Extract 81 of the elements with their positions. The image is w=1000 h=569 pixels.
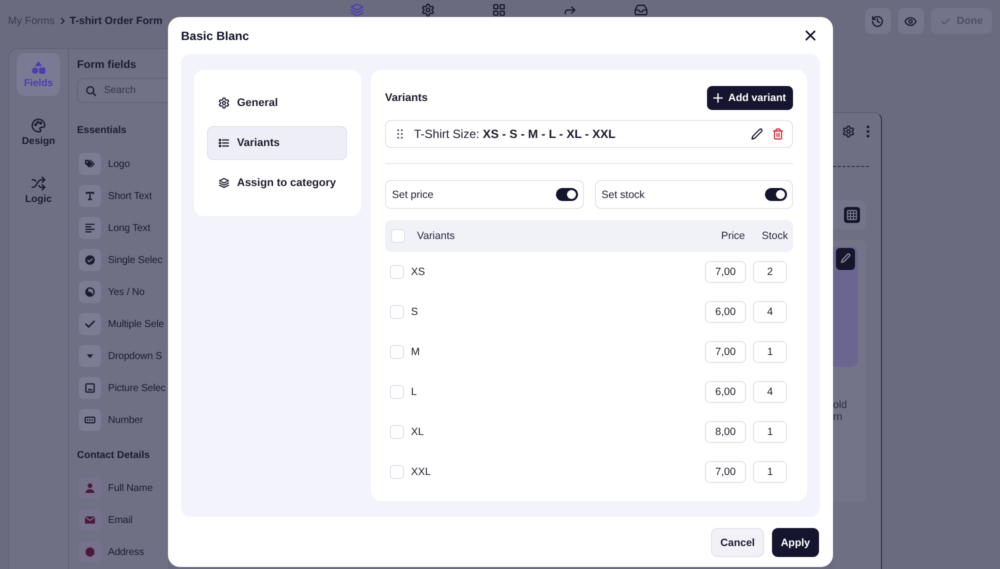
toggle-switch[interactable] [765, 188, 787, 201]
inbox-icon[interactable] [634, 3, 648, 17]
column-header: Price [720, 230, 746, 242]
checkbox[interactable] [391, 229, 405, 243]
toggle-label: Set price [392, 188, 434, 200]
variant-name: XL [411, 426, 425, 438]
plus-icon [713, 93, 724, 103]
dialog-title: Basic Blanc [181, 28, 250, 42]
gear-icon[interactable] [842, 125, 855, 138]
trash-icon[interactable] [772, 128, 784, 140]
check-icon [79, 313, 101, 335]
apply-button[interactable]: Apply [772, 528, 819, 557]
group-heading: Contact Details [77, 450, 151, 462]
checkbox[interactable] [390, 425, 404, 439]
price-field[interactable]: 8,00 [705, 421, 746, 443]
tag-icon [79, 153, 101, 175]
gear-icon[interactable] [421, 3, 435, 17]
column-header: Variants [417, 230, 456, 242]
section-title: Variants [385, 92, 428, 104]
variant-group-row[interactable]: T-Shirt Size: XS - S - M - L - XL - XXL [385, 120, 793, 148]
toggle-switch[interactable] [556, 188, 578, 201]
price-field[interactable]: 7,00 [705, 461, 746, 483]
checkbox[interactable] [390, 345, 404, 359]
stock-field[interactable]: 1 [753, 341, 787, 363]
person-icon [79, 477, 101, 499]
price-field[interactable]: 6,00 [705, 301, 746, 323]
history-button[interactable] [864, 8, 891, 34]
cancel-button[interactable]: Cancel [711, 528, 764, 557]
add-variant-button[interactable]: Add variant [707, 86, 793, 110]
toggle-label: Set stock [602, 188, 645, 200]
caret-icon [79, 345, 101, 367]
search-field[interactable]: Search [77, 78, 168, 103]
variant-name: L [411, 386, 418, 398]
checkbox[interactable] [390, 305, 404, 319]
checkbox[interactable] [390, 465, 404, 479]
more-icon[interactable] [866, 125, 870, 138]
pencil-icon[interactable] [751, 128, 763, 140]
number-icon [79, 409, 101, 431]
variant-name: S [411, 306, 420, 318]
envelope-icon [79, 509, 101, 531]
palette-icon [31, 118, 46, 133]
variant-name: XXL [411, 466, 432, 478]
nav-item[interactable]: General [207, 86, 347, 120]
nav-item[interactable]: Assign to category [207, 166, 347, 200]
lines-icon [79, 217, 101, 239]
shapes-icon [31, 60, 46, 75]
price-field[interactable]: 7,00 [705, 261, 746, 283]
variant-name: XS [411, 266, 426, 278]
chevron-icon [60, 17, 65, 25]
checkbox[interactable] [390, 385, 404, 399]
nav-item[interactable]: Variants [207, 126, 347, 160]
group-heading: Essentials [77, 125, 128, 137]
card-caption: old rn [833, 399, 848, 423]
text-icon [79, 185, 101, 207]
check-icon [940, 16, 951, 26]
variant-name: M [411, 346, 421, 358]
panel-title: Form fields [77, 59, 138, 72]
stock-field[interactable]: 1 [753, 461, 787, 483]
gear-icon [218, 97, 230, 109]
price-field[interactable]: 6,00 [705, 381, 746, 403]
search-icon [85, 84, 97, 96]
breadcrumb-current: T-shirt Order Form [70, 15, 162, 27]
preview-button[interactable] [898, 8, 924, 34]
price-field[interactable]: 7,00 [705, 341, 746, 363]
drag-handle-icon[interactable] [397, 129, 403, 139]
history-icon [871, 14, 884, 28]
checkbox[interactable] [390, 265, 404, 279]
stock-field[interactable]: 4 [753, 381, 787, 403]
picture-icon [79, 377, 101, 399]
table-icon[interactable] [844, 206, 860, 222]
grid-icon[interactable] [492, 3, 506, 17]
close-icon[interactable] [805, 30, 816, 41]
column-header: Stock [760, 230, 788, 242]
list-icon [218, 137, 230, 149]
eye-icon [904, 14, 918, 28]
stock-field[interactable]: 4 [753, 301, 787, 323]
stack-icon [218, 177, 230, 189]
shuffle-icon [31, 176, 46, 191]
stock-field[interactable]: 1 [753, 421, 787, 443]
stock-field[interactable]: 2 [753, 261, 787, 283]
variant-group-label: T-Shirt Size: XS - S - M - L - XL - XXL [414, 127, 616, 141]
